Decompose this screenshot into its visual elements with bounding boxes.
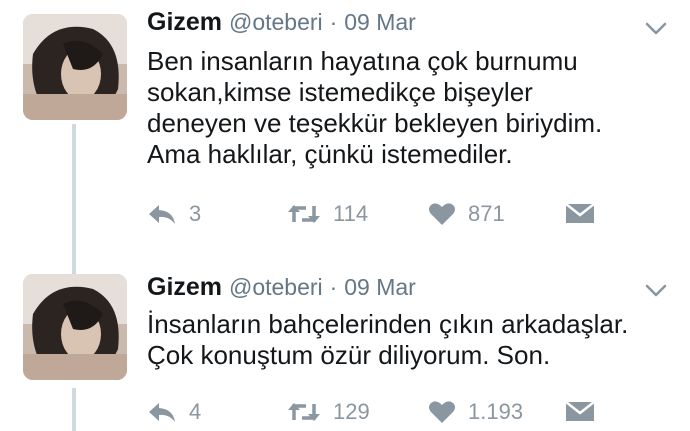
tweet-text-line: İnsanların bahçelerinden çıkın arkadaşla… [147, 309, 629, 339]
tweet-date[interactable]: 09 Mar [344, 274, 416, 300]
reply-button[interactable]: 4 [147, 399, 201, 425]
retweet-count: 114 [333, 201, 369, 226]
display-name[interactable]: Gizem [147, 8, 222, 36]
display-name[interactable]: Gizem [147, 273, 222, 301]
tweet-actions: 4 129 1.193 [147, 399, 607, 429]
tweet-header: Gizem @oteberi · 09 Mar [147, 8, 416, 37]
tweet-text-line: Çok konuştum özür diliyorum. Son. [147, 340, 551, 370]
tweet-text-line: Ben insanların hayatına çok burnumu [147, 46, 578, 76]
like-button[interactable]: 871 [428, 201, 505, 227]
user-handle[interactable]: @oteberi [229, 274, 323, 300]
retweet-icon [288, 205, 320, 223]
tweet[interactable]: Gizem @oteberi · 09 Mar Ben insanların h… [0, 0, 690, 262]
retweet-count: 129 [333, 399, 370, 424]
tweet-text-line: deneyen ve teşekkür bekleyen biriydim. [147, 108, 603, 138]
retweet-button[interactable]: 114 [287, 201, 368, 227]
like-count: 871 [468, 201, 505, 226]
reply-count: 3 [189, 201, 202, 226]
tweet-header: Gizem @oteberi · 09 Mar [147, 273, 416, 302]
avatar[interactable] [23, 14, 127, 120]
reply-count: 4 [189, 399, 202, 424]
direct-message-button[interactable] [565, 201, 595, 225]
reply-button[interactable]: 3 [147, 201, 201, 227]
tweet-text: İnsanların bahçelerinden çıkın arkadaşla… [147, 309, 677, 371]
chevron-down-icon[interactable] [645, 22, 667, 36]
separator: · [329, 274, 338, 300]
tweet-text-line: sokan,kimse istemedikçe bişeyler [147, 77, 533, 107]
reply-icon [149, 205, 175, 224]
retweet-button[interactable]: 129 [287, 399, 370, 425]
like-icon [429, 401, 455, 423]
avatar[interactable] [23, 274, 127, 380]
direct-message-button[interactable] [565, 399, 595, 423]
tweet-date[interactable]: 09 Mar [344, 9, 416, 35]
chevron-down-icon[interactable] [645, 284, 667, 298]
user-handle[interactable]: @oteberi [229, 9, 323, 35]
reply-icon [149, 403, 175, 422]
tweet-text: Ben insanların hayatına çok burnumu soka… [147, 46, 677, 170]
like-count: 1.193 [468, 399, 524, 424]
tweet[interactable]: Gizem @oteberi · 09 Mar İnsanların bahçe… [0, 262, 690, 431]
tweet-text-line: Ama haklılar, çünkü istemediler. [147, 139, 513, 169]
message-icon [565, 203, 595, 223]
message-icon [565, 401, 595, 421]
separator: · [329, 9, 338, 35]
like-icon [429, 203, 455, 225]
retweet-icon [288, 403, 320, 421]
tweet-actions: 3 114 871 [147, 201, 607, 231]
like-button[interactable]: 1.193 [428, 399, 523, 425]
